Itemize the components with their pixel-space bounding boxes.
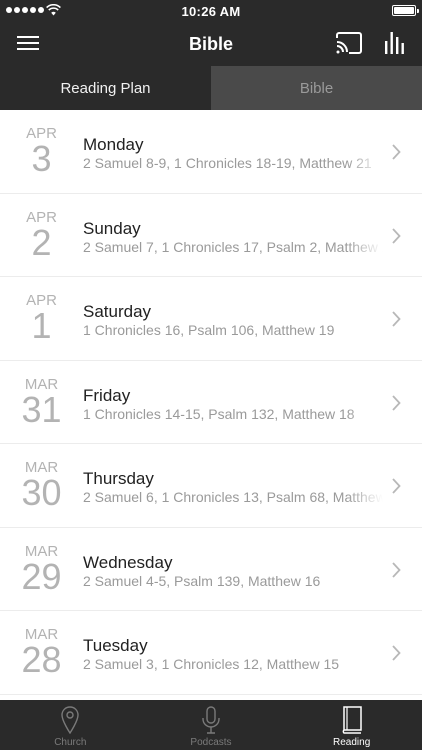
tab-church-label: Church <box>54 737 87 748</box>
tab-church[interactable]: Church <box>0 700 141 750</box>
list-item[interactable]: APR 3 Monday 2 Samuel 8-9, 1 Chronicles … <box>0 110 422 194</box>
weekday-title: Thursday <box>83 469 154 488</box>
chevron-right-icon <box>392 144 401 160</box>
chevron-right-icon <box>392 311 401 327</box>
bottom-tab-bar: Church Podcasts Reading <box>0 700 422 750</box>
reading-plan-list: APR 3 Monday 2 Samuel 8-9, 1 Chronicles … <box>0 110 422 700</box>
status-bar: 10:26 AM <box>0 0 422 22</box>
battery-icon <box>392 5 419 16</box>
readings-text: 2 Samuel 7, 1 Chronicles 17, Psalm 2, Ma… <box>83 238 383 255</box>
chevron-right-icon <box>392 561 401 578</box>
cast-icon[interactable] <box>336 32 362 54</box>
weekday-title: Monday <box>83 135 144 154</box>
tab-podcasts[interactable]: Podcasts <box>141 700 282 750</box>
weekday-title: Saturday <box>83 302 152 321</box>
list-item[interactable]: MAR 29 Wednesday 2 Samuel 4-5, Psalm 139… <box>0 527 422 611</box>
list-item[interactable]: MAR 30 Thursday 2 Samuel 6, 1 Chronicles… <box>0 444 422 528</box>
date-day: 30 <box>21 472 62 513</box>
date-day: 2 <box>31 221 52 263</box>
list-item[interactable]: MAR 28 Tuesday 2 Samuel 3, 1 Chronicles … <box>0 611 422 695</box>
readings-text: 2 Samuel 8-9, 1 Chronicles 18-19, Matthe… <box>83 155 383 171</box>
chevron-right-icon <box>392 227 401 244</box>
book-icon <box>342 706 362 734</box>
date-day: 29 <box>21 555 62 597</box>
weekday-title: Friday <box>83 385 131 405</box>
weekday-title: Sunday <box>83 218 141 238</box>
nav-bar: Bible <box>0 22 422 66</box>
status-time: 10:26 AM <box>181 4 241 19</box>
date-day: 28 <box>21 639 62 680</box>
readings-text: 1 Chronicles 14-15, Psalm 132, Matthew 1… <box>83 405 383 422</box>
readings-text: 2 Samuel 6, 1 Chronicles 13, Psalm 68, M… <box>83 489 383 505</box>
readings-text: 2 Samuel 3, 1 Chronicles 12, Matthew 15 <box>83 656 383 672</box>
readings-text: 1 Chronicles 16, Psalm 106, Matthew 19 <box>83 322 383 338</box>
chevron-right-icon <box>392 645 401 661</box>
list-item[interactable]: APR 1 Saturday 1 Chronicles 16, Psalm 10… <box>0 277 422 361</box>
tab-reading-label: Reading <box>333 737 371 748</box>
tab-reading[interactable]: Reading <box>281 700 422 750</box>
segmented-tabs: Reading Plan Bible <box>0 66 422 110</box>
list-item[interactable]: APR 2 Sunday 2 Samuel 7, 1 Chronicles 17… <box>0 193 422 277</box>
tab-podcasts-label: Podcasts <box>190 737 232 748</box>
chevron-right-icon <box>392 394 401 411</box>
date-day: 1 <box>31 305 52 346</box>
list-item[interactable]: MAR 31 Friday 1 Chronicles 14-15, Psalm … <box>0 360 422 444</box>
date-day: 3 <box>31 138 52 179</box>
tab-bible[interactable]: Bible <box>211 66 422 110</box>
readings-text: 2 Samuel 4-5, Psalm 139, Matthew 16 <box>83 572 383 589</box>
weekday-title: Tuesday <box>83 636 148 655</box>
weekday-title: Wednesday <box>83 552 173 572</box>
chevron-right-icon <box>392 478 401 494</box>
tab-reading-plan[interactable]: Reading Plan <box>0 66 211 110</box>
location-pin-icon <box>61 706 80 734</box>
date-day: 31 <box>21 388 62 430</box>
microphone-icon <box>202 706 220 734</box>
bar-chart-icon[interactable] <box>384 31 406 55</box>
